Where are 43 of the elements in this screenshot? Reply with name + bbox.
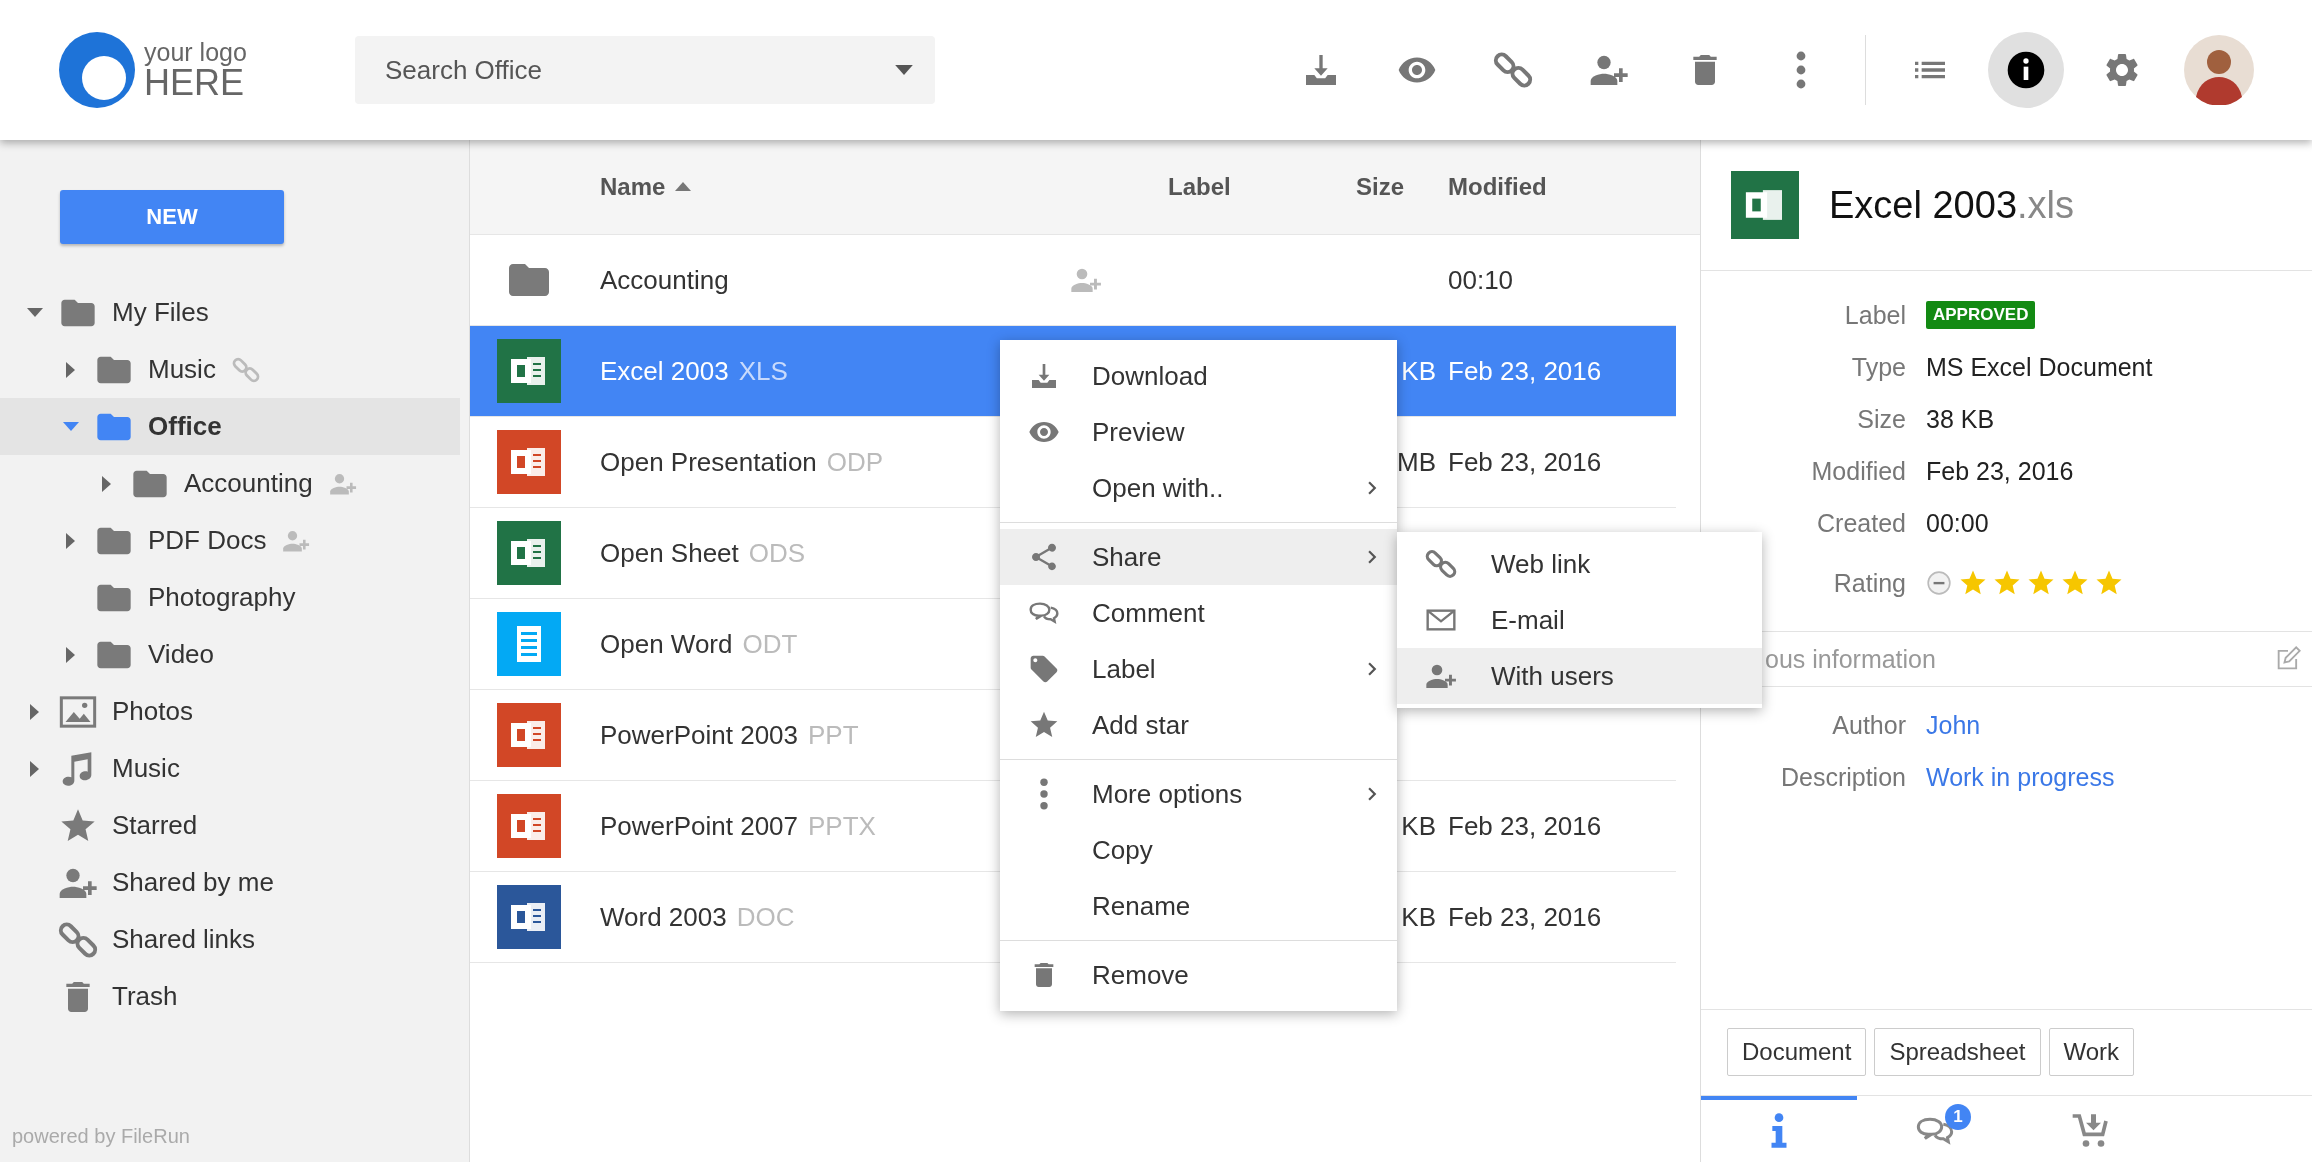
field-label: Rating (1832, 568, 1906, 598)
file-size: KB (1401, 901, 1436, 932)
field-label: Modified (1810, 456, 1906, 486)
field-label: Author (1831, 710, 1906, 740)
modified-date: Feb 23, 2016 (1448, 810, 1602, 841)
field-label: Description (1779, 762, 1906, 792)
file-title: Excel 2003 (1829, 183, 2017, 226)
file-extension: ODS (748, 537, 806, 568)
file-name: PowerPoint 2007 (600, 810, 799, 841)
field-value: 00:00 (1926, 508, 1990, 538)
file-name: Open Word (600, 628, 733, 659)
field-value: MS Excel Document (1926, 352, 2154, 382)
field-label: Label (1843, 300, 1906, 330)
file-size: KB (1401, 810, 1436, 841)
file-extension: ODT (742, 628, 798, 659)
field-value: 38 KB (1926, 404, 1996, 434)
file-name: Open Presentation (600, 446, 817, 477)
field-label: Created (1816, 508, 1906, 538)
count-badge: 1 (1945, 1104, 1971, 1130)
file-size: MB (1397, 446, 1436, 477)
file-size: KB (1401, 355, 1436, 386)
label-badge: APPROVED (1926, 301, 2036, 329)
file-extension: XLS (738, 355, 788, 386)
file-extension: PPT (808, 719, 859, 750)
field-value: Feb 23, 2016 (1926, 456, 2075, 486)
footer-text: powered by FileRun (11, 1125, 191, 1149)
logo-text: your logo (144, 39, 247, 65)
field-label: Type (1850, 352, 1906, 382)
section-title: ous information (1765, 644, 1937, 674)
file-name: Word 2003 (600, 901, 727, 932)
file-name: PowerPoint 2003 (600, 719, 799, 750)
modified-date: Feb 23, 2016 (1448, 446, 1602, 477)
file-extension: .xls (2017, 183, 2074, 226)
modified-date: 00:10 (1448, 264, 1514, 295)
file-name: Excel 2003 (600, 355, 729, 386)
file-name: Accounting (600, 264, 729, 295)
file-extension: PPTX (808, 810, 876, 841)
file-extension: DOC (736, 901, 795, 932)
file-extension: ODP (826, 446, 884, 477)
field-label: Size (1856, 404, 1906, 434)
modified-date: Feb 23, 2016 (1448, 901, 1602, 932)
modified-date: Feb 23, 2016 (1448, 355, 1602, 386)
file-name: Open Sheet (600, 537, 739, 568)
